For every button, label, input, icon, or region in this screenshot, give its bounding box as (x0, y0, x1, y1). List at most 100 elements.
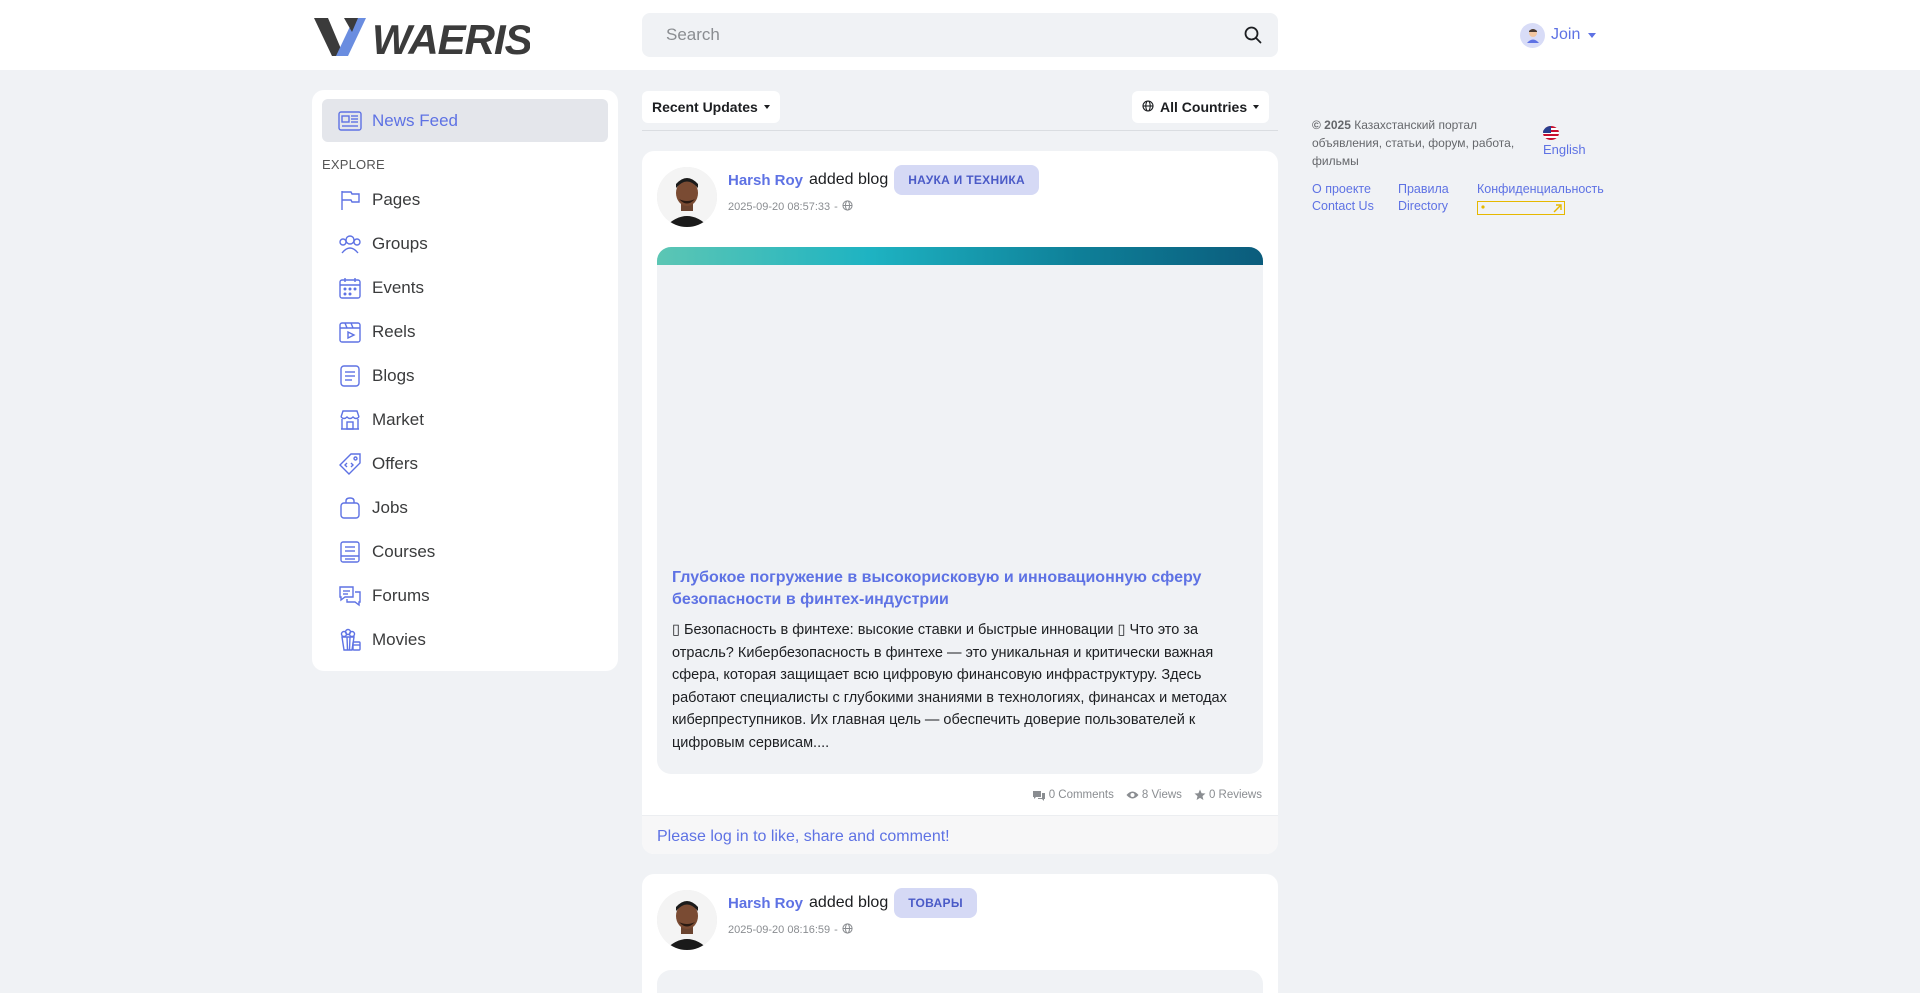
comments-stat[interactable]: 0 Comments (1032, 789, 1114, 801)
feed-divider (642, 130, 1278, 131)
sidebar-item-pages[interactable]: Pages (322, 178, 608, 222)
post-stats: 0 Comments 8 Views 0 Reviews (1032, 789, 1262, 801)
sidebar-item-events[interactable]: Events (322, 266, 608, 310)
meta-separator: - (834, 924, 838, 936)
sidebar-item-label: Events (372, 278, 424, 297)
blog-preview[interactable]: Глубокое погружение в высокорисковую и и… (657, 247, 1263, 774)
category-badge[interactable]: НАУКА И ТЕХНИКА (894, 165, 1039, 195)
country-dropdown[interactable]: All Countries (1132, 91, 1270, 123)
us-flag-icon (1543, 126, 1559, 140)
post-timestamp[interactable]: 2025-09-20 08:16:59 (728, 924, 830, 936)
ad-banner[interactable] (1477, 201, 1565, 215)
link-privacy[interactable]: Конфиденциальность (1477, 182, 1604, 196)
copyright-year: © 2025 (1312, 118, 1351, 132)
reviews-count: 0 Reviews (1208, 789, 1262, 801)
sidebar-item-label: Reels (372, 322, 416, 341)
author-name[interactable]: Harsh Roy (728, 172, 803, 189)
users-icon (338, 232, 362, 256)
author-avatar[interactable] (657, 890, 717, 950)
sidebar-item-jobs[interactable]: Jobs (322, 486, 608, 530)
blog-title[interactable]: Глубокое погружение в высокорисковую и и… (657, 567, 1263, 611)
login-prompt[interactable]: Please log in to like, share and comment… (642, 815, 1278, 854)
external-link-icon (1481, 204, 1562, 213)
sidebar-item-label: Blogs (372, 366, 415, 385)
document-icon (338, 364, 362, 388)
sidebar-item-label: Offers (372, 454, 418, 473)
post-meta: 2025-09-20 08:57:33 - (728, 200, 853, 214)
explore-heading: EXPLORE (322, 157, 385, 172)
views-count: 8 Views (1141, 789, 1182, 801)
blog-preview[interactable] (657, 970, 1263, 993)
site-logo[interactable]: WAERIS (314, 12, 530, 60)
star-icon (1194, 789, 1206, 800)
blog-excerpt: ▯ Безопасность в финтехе: высокие ставки… (672, 622, 1227, 751)
post-card: Harsh Roy added blog ТОВАРЫ 2025-09-20 0… (642, 874, 1278, 993)
calendar-icon (338, 276, 362, 300)
sidebar-item-news-feed[interactable]: News Feed (322, 99, 608, 142)
sidebar-item-label: Pages (372, 190, 421, 209)
sidebar-item-movies[interactable]: Movies (322, 618, 608, 662)
left-sidebar: News Feed EXPLORE Pages Groups Events Re… (312, 90, 618, 671)
globe-icon (1142, 99, 1154, 115)
flag-icon (338, 188, 362, 212)
chevron-down-icon (1588, 32, 1597, 38)
sidebar-item-label: Forums (372, 586, 430, 605)
tag-icon (338, 452, 362, 476)
sidebar-item-label: Jobs (372, 498, 408, 517)
newspaper-icon (338, 109, 362, 133)
sidebar-item-label: Courses (372, 542, 436, 561)
country-label: All Countries (1160, 99, 1248, 115)
blog-cover-image (657, 247, 1263, 265)
footer-links: О проекте Правила Конфиденциальность Con… (1312, 182, 1604, 215)
clapperboard-icon (338, 320, 362, 344)
search-input[interactable] (642, 13, 1242, 57)
sidebar-item-label: News Feed (372, 110, 458, 130)
link-directory[interactable]: Directory (1398, 199, 1477, 215)
search-bar (642, 13, 1278, 57)
author-avatar[interactable] (657, 167, 717, 227)
copyright-text: © 2025 Казахстанский портал объявления, … (1312, 116, 1522, 170)
post-card: Harsh Roy added blog НАУКА И ТЕХНИКА 202… (642, 151, 1278, 854)
post-header: Harsh Roy added blog НАУКА И ТЕХНИКА (728, 165, 1039, 195)
sidebar-item-forums[interactable]: Forums (322, 574, 608, 618)
category-badge[interactable]: ТОВАРЫ (894, 888, 977, 918)
sort-label: Recent Updates (652, 99, 758, 115)
user-avatar-icon (1520, 22, 1545, 48)
comments-icon (1032, 790, 1045, 801)
sort-dropdown[interactable]: Recent Updates (642, 91, 780, 123)
blog-image-area (657, 265, 1263, 567)
sidebar-item-label: Movies (372, 630, 426, 649)
search-icon[interactable] (1242, 24, 1264, 46)
popcorn-icon (338, 628, 362, 652)
briefcase-icon (338, 496, 362, 520)
language-selector[interactable]: English (1543, 126, 1586, 157)
link-rules[interactable]: Правила (1398, 182, 1477, 196)
link-about[interactable]: О проекте (1312, 182, 1398, 196)
chevron-down-icon (763, 105, 770, 109)
link-contact[interactable]: Contact Us (1312, 199, 1398, 215)
sidebar-item-courses[interactable]: Courses (322, 530, 608, 574)
sidebar-item-reels[interactable]: Reels (322, 310, 608, 354)
post-timestamp[interactable]: 2025-09-20 08:57:33 (728, 201, 830, 213)
book-icon (338, 540, 362, 564)
language-label: English (1543, 142, 1586, 157)
sidebar-item-market[interactable]: Market (322, 398, 608, 442)
sidebar-item-label: Market (372, 410, 424, 429)
join-menu[interactable]: Join (1520, 22, 1597, 48)
comments-count: 0 Comments (1048, 789, 1114, 801)
sidebar-item-groups[interactable]: Groups (322, 222, 608, 266)
post-action: added blog (809, 171, 889, 188)
join-label: Join (1551, 26, 1581, 43)
right-sidebar: © 2025 Казахстанский портал объявления, … (1312, 116, 1604, 215)
sidebar-item-offers[interactable]: Offers (322, 442, 608, 486)
eye-icon (1126, 791, 1139, 799)
post-meta: 2025-09-20 08:16:59 - (728, 923, 853, 937)
views-stat: 8 Views (1126, 789, 1182, 801)
store-icon (338, 408, 362, 432)
reviews-stat[interactable]: 0 Reviews (1194, 789, 1262, 801)
post-action: added blog (809, 894, 889, 911)
brand-text: WAERIS (372, 16, 530, 60)
author-name[interactable]: Harsh Roy (728, 895, 803, 912)
sidebar-item-blogs[interactable]: Blogs (322, 354, 608, 398)
sidebar-item-label: Groups (372, 234, 428, 253)
